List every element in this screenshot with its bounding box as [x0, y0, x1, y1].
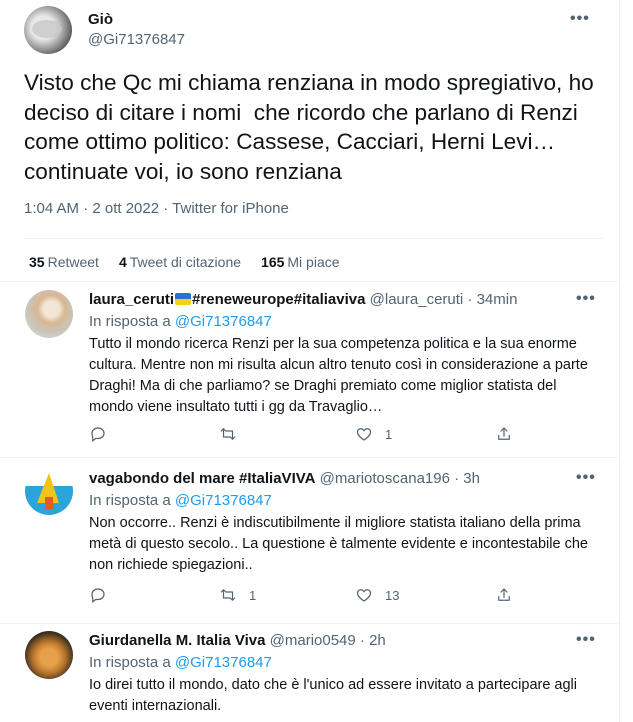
share-icon	[498, 427, 510, 440]
reply-tweet[interactable]: vagabondo del mare #ItaliaVIVA @mariotos…	[0, 457, 620, 623]
author-handle[interactable]: @laura_ceruti · 34min	[370, 291, 518, 308]
like-count[interactable]: 165 Mi piace	[261, 254, 340, 270]
avatar[interactable]	[25, 290, 73, 338]
more-options-icon[interactable]: •••	[570, 11, 590, 27]
share-button[interactable]	[495, 425, 513, 443]
more-options-icon[interactable]: •••	[576, 291, 596, 307]
like-button[interactable]: 13	[355, 586, 399, 604]
tweet-stats: 35 Retweet 4 Tweet di citazione 165 Mi piac…	[29, 254, 360, 270]
author-handle[interactable]: @Gi71376847	[88, 31, 185, 48]
author-name[interactable]: Giò	[88, 11, 113, 28]
more-options-icon[interactable]: •••	[576, 632, 596, 648]
author-name[interactable]: laura_ceruti #reneweurope#italiaviva	[89, 291, 365, 308]
avatar[interactable]	[25, 467, 73, 515]
action-bar: 1 13	[89, 586, 519, 606]
reply-button[interactable]	[89, 586, 107, 604]
avatar[interactable]	[24, 6, 72, 54]
reply-context: In risposta a @Gi71376847	[89, 313, 272, 330]
tweet-thread: Giò @Gi71376847 ••• Visto che Qc mi chia…	[0, 0, 620, 722]
mention-link[interactable]: @Gi71376847	[175, 313, 272, 330]
reply-text: Io direi tutto il mondo, dato che è l'un…	[89, 677, 578, 714]
reply-button[interactable]	[89, 425, 107, 443]
ukraine-flag-icon	[175, 293, 192, 305]
tweet-timestamp[interactable]: 1:04 AM · 2 ott 2022 · Twitter for iPhon…	[24, 200, 289, 217]
more-options-icon[interactable]: •••	[576, 470, 596, 486]
author-handle[interactable]: @mario0549 · 2h	[270, 632, 386, 649]
reply-context: In risposta a @Gi71376847	[89, 654, 272, 671]
tweet-text: Visto che Qc mi chiama renziana in modo …	[24, 70, 601, 184]
reply-text: Tutto il mondo ricerca Renzi per la sua …	[89, 336, 588, 415]
retweet-icon	[220, 589, 236, 601]
divider	[24, 238, 604, 239]
mention-link[interactable]: @Gi71376847	[175, 654, 272, 671]
retweet-count[interactable]: 35 Retweet	[29, 254, 99, 270]
share-button[interactable]	[495, 586, 513, 604]
author-name[interactable]: vagabondo del mare #ItaliaVIVA	[89, 470, 315, 487]
reply-text: Non occorre.. Renzi è indiscutibilmente …	[89, 515, 588, 573]
reply-context: In risposta a @Gi71376847	[89, 492, 272, 509]
reply-tweet[interactable]: laura_ceruti #reneweurope#italiaviva @lau…	[0, 281, 620, 457]
like-icon	[356, 589, 372, 602]
quote-count[interactable]: 4 Tweet di citazione	[119, 254, 241, 270]
reply-header: laura_ceruti #reneweurope#italiaviva @lau…	[89, 291, 517, 308]
reply-header: Giurdanella M. Italia Viva @mario0549 · …	[89, 632, 386, 649]
retweet-icon	[220, 428, 236, 440]
like-button[interactable]: 1	[355, 425, 392, 443]
retweet-button[interactable]	[219, 425, 249, 443]
share-icon	[498, 588, 510, 601]
author-handle[interactable]: @mariotoscana196 · 3h	[320, 470, 480, 487]
mention-link[interactable]: @Gi71376847	[175, 492, 272, 509]
reply-icon	[91, 588, 105, 603]
author-name[interactable]: Giurdanella M. Italia Viva	[89, 632, 265, 649]
retweet-button[interactable]: 1	[219, 586, 256, 604]
avatar[interactable]	[25, 631, 73, 679]
reply-icon	[91, 427, 105, 442]
like-icon	[356, 428, 372, 441]
reply-header: vagabondo del mare #ItaliaVIVA @mariotos…	[89, 470, 480, 487]
action-bar: 1	[89, 425, 519, 445]
reply-tweet[interactable]: Giurdanella M. Italia Viva @mario0549 · …	[0, 623, 620, 722]
